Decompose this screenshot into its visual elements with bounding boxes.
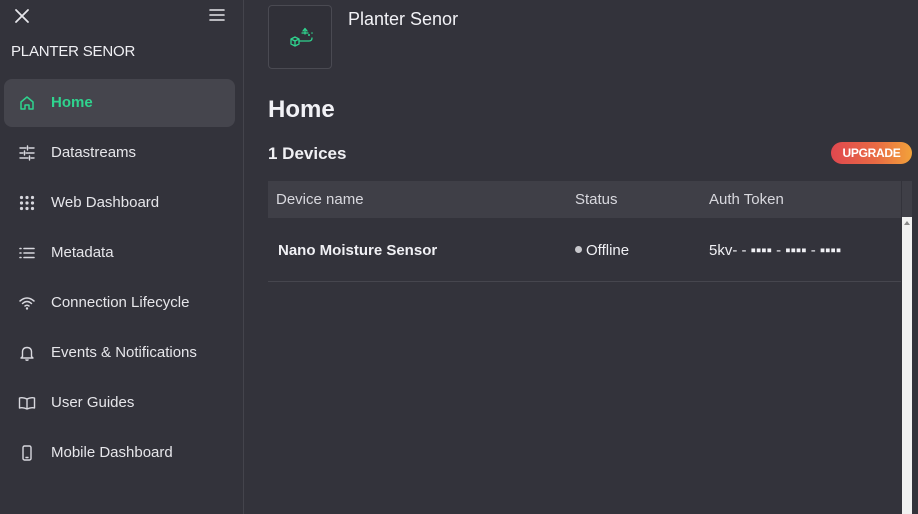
status-text: Offline (586, 242, 630, 259)
template-name: PLANTER SENOR (11, 43, 136, 60)
devices-table: Device name Status Auth Token Nano Moist… (268, 181, 901, 282)
scroll-up-arrow-icon[interactable] (904, 221, 910, 225)
sidebar-item-mobile-dashboard[interactable]: Mobile Dashboard (4, 429, 235, 477)
sidebar-item-label: Mobile Dashboard (51, 444, 173, 461)
book-icon (18, 394, 36, 412)
mobile-icon (18, 444, 36, 462)
auth-token-cell[interactable]: 5kv- - ▪▪▪▪ - ▪▪▪▪ - ▪▪▪▪ (709, 242, 841, 259)
product-image-tile[interactable] (268, 5, 332, 69)
sidebar-item-label: User Guides (51, 394, 135, 411)
sidebar-item-datastreams[interactable]: Datastreams (4, 129, 235, 177)
sidebar-top-bar (0, 0, 243, 32)
wifi-icon (18, 294, 36, 312)
main-content: Planter Senor Home 1 Devices UPGRADE Dev… (245, 0, 918, 514)
table-header: Device name Status Auth Token (268, 181, 901, 218)
datastreams-icon (18, 144, 36, 162)
sidebar-item-label: Events & Notifications (51, 344, 197, 361)
sidebar-item-label: Web Dashboard (51, 194, 160, 211)
sidebar-item-user-guides[interactable]: User Guides (4, 379, 235, 427)
column-header-status[interactable]: Status (575, 191, 618, 208)
sidebar-item-events-notifications[interactable]: Events & Notifications (4, 329, 235, 377)
device-name-cell[interactable]: Nano Moisture Sensor (278, 242, 437, 259)
sidebar-item-label: Home (51, 94, 93, 111)
table-row[interactable]: Nano Moisture Sensor Offline 5kv- - ▪▪▪▪… (268, 218, 901, 282)
sidebar-nav: Home Datastreams Web Dashboard Metadata (4, 79, 235, 479)
sidebar-item-label: Metadata (51, 244, 114, 261)
sidebar-item-metadata[interactable]: Metadata (4, 229, 235, 277)
hamburger-menu-icon[interactable] (208, 6, 226, 24)
sidebar-item-connection-lifecycle[interactable]: Connection Lifecycle (4, 279, 235, 327)
status-dot-icon (575, 246, 582, 253)
page-title: Home (268, 96, 335, 123)
grid-icon (18, 194, 36, 212)
bell-icon (18, 344, 36, 362)
close-icon[interactable] (12, 6, 32, 26)
sidebar-item-home[interactable]: Home (4, 79, 235, 127)
column-header-auth-token[interactable]: Auth Token (709, 191, 784, 208)
scrollbar-header-spacer (902, 181, 912, 217)
sidebar-item-web-dashboard[interactable]: Web Dashboard (4, 179, 235, 227)
product-name: Planter Senor (348, 9, 459, 29)
product-image-icon (290, 27, 313, 47)
upgrade-button[interactable]: UPGRADE (831, 142, 912, 164)
list-icon (18, 244, 36, 262)
vertical-scrollbar[interactable] (902, 181, 912, 514)
column-header-device-name[interactable]: Device name (276, 191, 364, 208)
status-cell: Offline (575, 242, 629, 259)
home-icon (18, 94, 36, 112)
devices-count: 1 Devices (268, 144, 347, 163)
sidebar: PLANTER SENOR Home Datastreams Web Dashb… (0, 0, 244, 514)
sidebar-item-label: Connection Lifecycle (51, 294, 190, 311)
sidebar-item-label: Datastreams (51, 144, 137, 161)
